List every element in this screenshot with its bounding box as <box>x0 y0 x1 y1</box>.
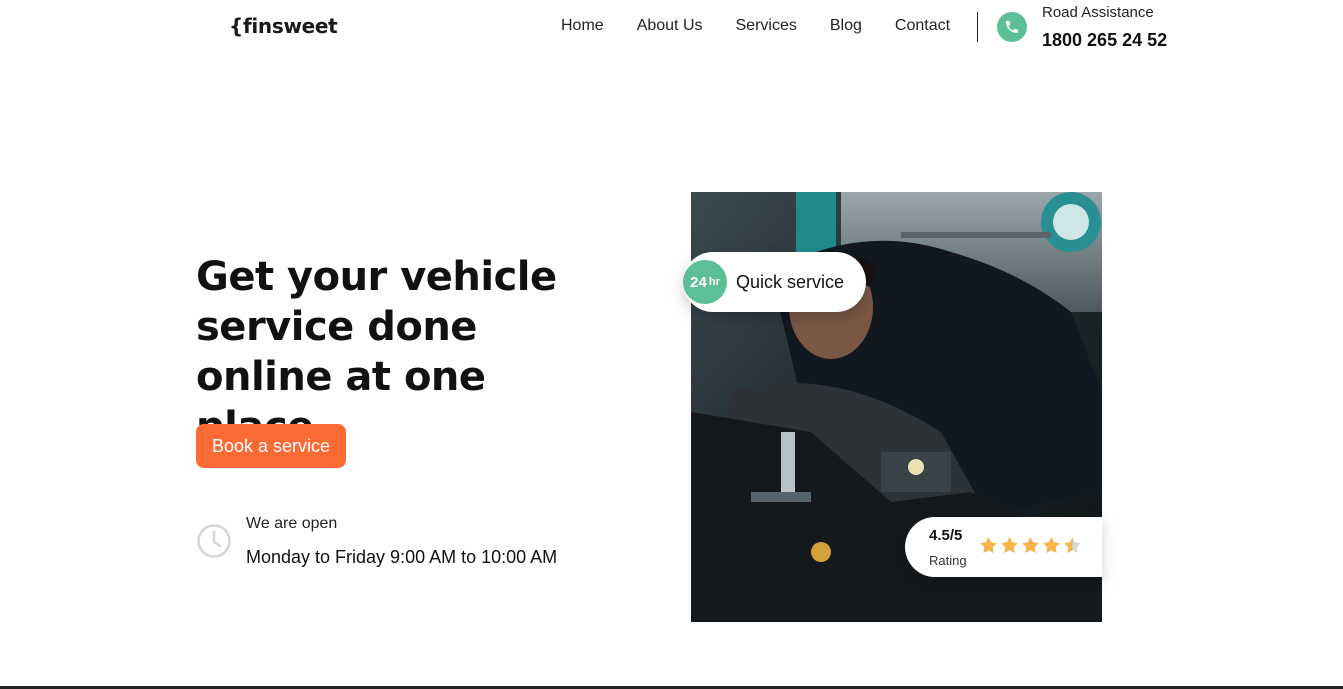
rating-stars <box>979 536 1082 555</box>
nav-services[interactable]: Services <box>736 17 797 35</box>
star-icon <box>1001 536 1018 554</box>
quick-unit: hr <box>708 276 720 288</box>
star-icon <box>980 536 997 554</box>
book-service-button[interactable]: Book a service <box>196 424 346 468</box>
rating-value: 4.5/5 <box>929 527 963 544</box>
phone-icon[interactable] <box>997 12 1027 42</box>
hero-title: Get your vehicle service done online at … <box>196 254 557 450</box>
quick-service-badge: 24 hr Quick service <box>683 252 866 312</box>
open-hours: Monday to Friday 9:00 AM to 10:00 AM <box>246 547 558 567</box>
24hr-badge: 24 hr <box>683 260 727 304</box>
star-icon <box>1043 536 1060 554</box>
quick-service-label: Quick service <box>736 272 845 292</box>
nav-about[interactable]: About Us <box>637 17 703 35</box>
nav-divider <box>977 12 978 42</box>
site-logo[interactable]: {finsweet <box>229 14 338 38</box>
star-icon <box>1022 536 1039 554</box>
main-nav: Home About Us Services Blog Contact <box>561 17 983 35</box>
half-star-icon <box>1064 536 1081 554</box>
clock-icon <box>197 524 231 558</box>
nav-home[interactable]: Home <box>561 17 604 35</box>
quick-number: 24 <box>690 273 707 291</box>
road-assistance-phone[interactable]: 1800 265 24 52 <box>1042 30 1167 51</box>
open-label: We are open <box>246 515 338 532</box>
rating-label: Rating <box>929 553 967 568</box>
rating-badge: 4.5/5 Rating <box>905 517 1102 577</box>
nav-contact[interactable]: Contact <box>895 17 950 35</box>
road-assistance-label: Road Assistance <box>1042 4 1154 21</box>
nav-blog[interactable]: Blog <box>830 17 862 35</box>
